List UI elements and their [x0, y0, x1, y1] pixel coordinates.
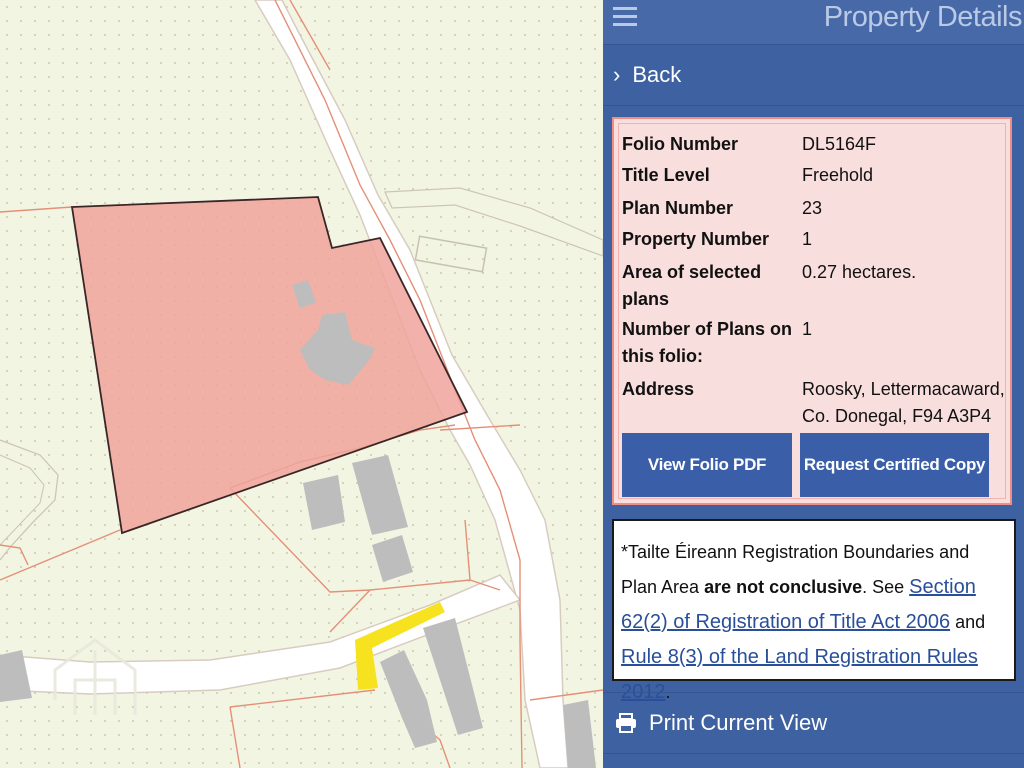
info-label: Property Number — [622, 229, 770, 249]
hamburger-icon[interactable] — [613, 4, 637, 26]
info-label: Plan Number — [622, 198, 734, 218]
panel-header: Property Details — [603, 0, 1024, 44]
info-value: 1 — [802, 229, 813, 249]
panel-title: Property Details — [823, 1, 1023, 33]
print-current-view-button[interactable]: Print Current View — [603, 692, 1024, 754]
info-label: Number of Plans on this folio: — [622, 319, 793, 366]
back-button[interactable]: › Back — [603, 44, 1024, 106]
side-panel: Property Details › Back Folio Number DL5… — [603, 0, 1024, 768]
disclaimer-box: *Tailte Éireann Registration Boundaries … — [612, 519, 1016, 703]
building — [352, 455, 408, 535]
outbuilding — [414, 235, 488, 273]
info-value: Roosky, Lettermacaward, Co. Donegal, F94… — [802, 379, 1005, 426]
disclaimer-text: and — [950, 612, 986, 632]
disclaimer-bold: are not conclusive — [704, 577, 863, 597]
print-label: Print Current View — [649, 710, 828, 735]
info-label: Address — [622, 379, 695, 399]
map-canvas[interactable] — [0, 0, 603, 768]
building — [423, 618, 483, 735]
info-value: 0.27 hectares. — [802, 262, 917, 282]
info-value: 23 — [802, 198, 823, 218]
info-value: DL5164F — [802, 134, 877, 154]
track-left-inner — [0, 454, 45, 546]
chevron-right-icon: › — [613, 62, 621, 87]
info-label: Area of selected plans — [622, 262, 762, 309]
back-label: Back — [632, 62, 682, 87]
info-label: Title Level — [622, 165, 710, 185]
info-label: Folio Number — [622, 134, 738, 154]
request-certified-copy-button[interactable]: Request Certified Copy — [800, 433, 989, 497]
info-value: Freehold — [802, 165, 874, 185]
building — [563, 700, 596, 768]
info-value: 1 — [802, 319, 813, 339]
building — [380, 650, 437, 748]
property-info-card: Folio Number DL5164F Title Level Freehol… — [612, 117, 1012, 505]
track-left — [0, 439, 59, 561]
map-view[interactable] — [0, 0, 603, 768]
building — [372, 535, 413, 582]
disclaimer-text: . See — [862, 577, 910, 597]
view-folio-pdf-button[interactable]: View Folio PDF — [622, 433, 792, 497]
printer-icon — [616, 713, 636, 733]
building — [303, 475, 345, 530]
